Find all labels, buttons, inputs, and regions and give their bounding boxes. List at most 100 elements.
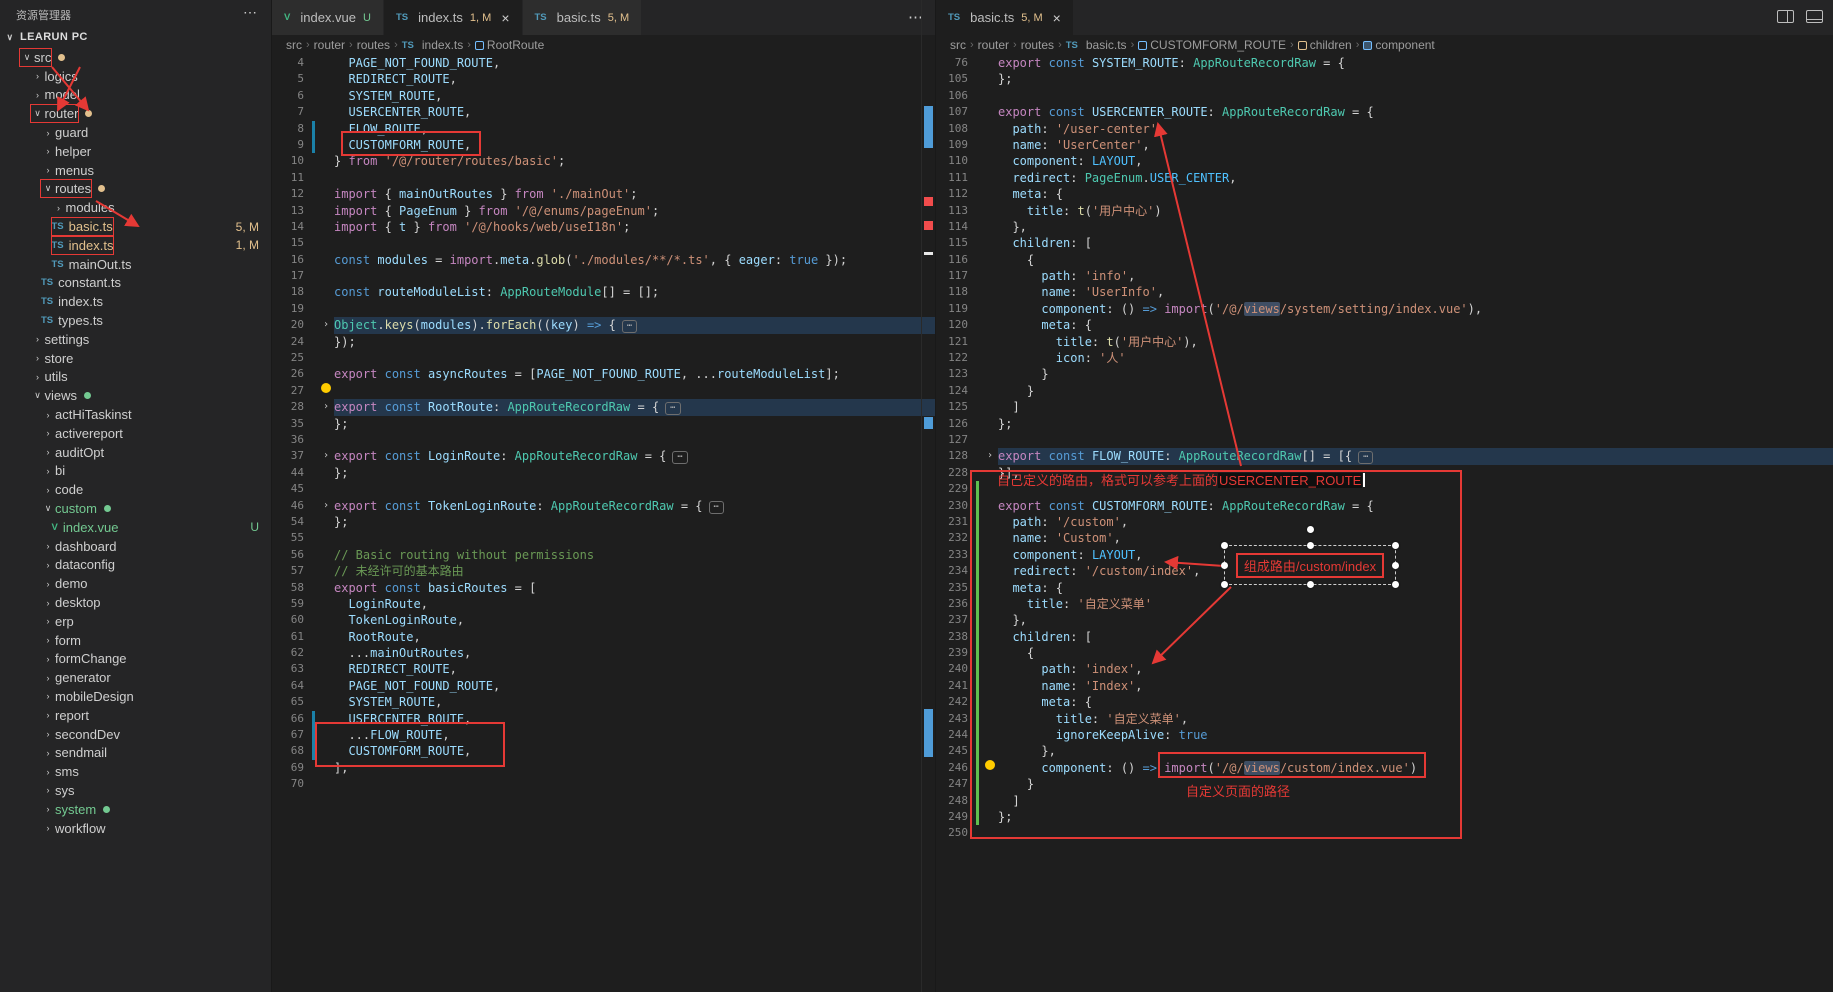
line-number[interactable]: 36: [272, 432, 312, 448]
line-number[interactable]: 24: [272, 334, 312, 350]
line-number[interactable]: 236: [936, 596, 976, 612]
line-number[interactable]: 54: [272, 514, 312, 530]
code-text[interactable]: name: 'Index',: [998, 678, 1833, 694]
code-text[interactable]: export const asyncRoutes = [PAGE_NOT_FOU…: [334, 366, 935, 382]
line-number[interactable]: 232: [936, 530, 976, 546]
line-number[interactable]: 13: [272, 203, 312, 219]
tab-basic.ts[interactable]: TSbasic.ts5, M×: [936, 0, 1073, 35]
tree-item-utils[interactable]: ›utils: [0, 368, 271, 387]
code-line-62[interactable]: 62 ...mainOutRoutes,: [272, 645, 935, 661]
line-number[interactable]: 229: [936, 481, 976, 497]
line-number[interactable]: 244: [936, 727, 976, 743]
tree-item-basic.ts[interactable]: TSbasic.ts5, M: [0, 217, 271, 236]
tree-item-code[interactable]: ›code: [0, 480, 271, 499]
code-line-109[interactable]: 109 name: 'UserCenter',: [936, 137, 1833, 153]
tree-item-index.ts[interactable]: TSindex.ts1, M: [0, 236, 271, 255]
code-text[interactable]: };: [334, 514, 935, 530]
code-line-124[interactable]: 124 }: [936, 383, 1833, 399]
tree-item-generator[interactable]: ›generator: [0, 668, 271, 687]
code-line-125[interactable]: 125 ]: [936, 399, 1833, 415]
tree-item-mainOut.ts[interactable]: TSmainOut.ts: [0, 255, 271, 274]
tree-item-dataconfig[interactable]: ›dataconfig: [0, 556, 271, 575]
code-text[interactable]: }: [998, 776, 1833, 792]
line-number[interactable]: 235: [936, 580, 976, 596]
code-line-248[interactable]: 248 ]: [936, 793, 1833, 809]
code-line-61[interactable]: 61 RootRoute,: [272, 629, 935, 645]
code-line-233[interactable]: 233 component: LAYOUT,: [936, 547, 1833, 563]
close-icon[interactable]: ×: [1053, 10, 1061, 26]
code-text[interactable]: meta: {: [998, 694, 1833, 710]
code-text[interactable]: [334, 481, 935, 497]
code-text[interactable]: export const CUSTOMFORM_ROUTE: AppRouteR…: [998, 498, 1833, 514]
code-text[interactable]: name: 'Custom',: [998, 530, 1833, 546]
code-text[interactable]: component: () => import('/@/views/system…: [998, 301, 1833, 317]
code-line-241[interactable]: 241 name: 'Index',: [936, 678, 1833, 694]
code-line-246[interactable]: 246 component: () => import('/@/views/cu…: [936, 760, 1833, 776]
line-number[interactable]: 125: [936, 399, 976, 415]
line-number[interactable]: 63: [272, 661, 312, 677]
code-text[interactable]: [334, 776, 935, 792]
code-line-67[interactable]: 67 ...FLOW_ROUTE,: [272, 727, 935, 743]
code-text[interactable]: ...FLOW_ROUTE,: [334, 727, 935, 743]
line-number[interactable]: 246: [936, 760, 976, 776]
line-number[interactable]: 111: [936, 170, 976, 186]
layout-icon[interactable]: [1806, 10, 1823, 23]
code-text[interactable]: ];: [334, 760, 935, 776]
code-text[interactable]: meta: {: [998, 317, 1833, 333]
tree-item-activereport[interactable]: ›activereport: [0, 424, 271, 443]
breadcrumb-routes[interactable]: routes: [357, 38, 390, 52]
close-icon[interactable]: ×: [501, 10, 509, 26]
code-line-250[interactable]: 250: [936, 825, 1833, 841]
line-number[interactable]: 20: [272, 317, 312, 333]
code-text[interactable]: [334, 170, 935, 186]
code-text[interactable]: PAGE_NOT_FOUND_ROUTE,: [334, 678, 935, 694]
code-text[interactable]: },: [998, 219, 1833, 235]
line-number[interactable]: 12: [272, 186, 312, 202]
code-text[interactable]: [998, 481, 1833, 497]
folded-region-ellipsis[interactable]: ⋯: [1358, 451, 1373, 464]
line-number[interactable]: 238: [936, 629, 976, 645]
code-text[interactable]: {: [998, 645, 1833, 661]
code-text[interactable]: meta: {: [998, 186, 1833, 202]
code-line-107[interactable]: 107export const USERCENTER_ROUTE: AppRou…: [936, 104, 1833, 120]
line-number[interactable]: 60: [272, 612, 312, 628]
code-line-240[interactable]: 240 path: 'index',: [936, 661, 1833, 677]
code-line-13[interactable]: 13import { PageEnum } from '/@/enums/pag…: [272, 203, 935, 219]
tree-item-views[interactable]: ∨views: [0, 386, 271, 405]
code-line-243[interactable]: 243 title: '自定义菜单',: [936, 711, 1833, 727]
tree-item-custom[interactable]: ∨custom: [0, 499, 271, 518]
line-number[interactable]: 112: [936, 186, 976, 202]
line-number[interactable]: 65: [272, 694, 312, 710]
tree-item-sendmail[interactable]: ›sendmail: [0, 743, 271, 762]
line-number[interactable]: 233: [936, 547, 976, 563]
tree-item-modules[interactable]: ›modules: [0, 198, 271, 217]
tab-basic.ts[interactable]: TSbasic.ts5, M: [523, 0, 642, 35]
code-text[interactable]: },: [998, 743, 1833, 759]
code-line-126[interactable]: 126};: [936, 416, 1833, 432]
line-number[interactable]: 107: [936, 104, 976, 120]
line-number[interactable]: 106: [936, 88, 976, 104]
breadcrumb-src[interactable]: src: [950, 38, 966, 52]
code-text[interactable]: CUSTOMFORM_ROUTE,: [334, 137, 935, 153]
code-text[interactable]: const routeModuleList: AppRouteModule[] …: [334, 284, 935, 300]
code-line-118[interactable]: 118 name: 'UserInfo',: [936, 284, 1833, 300]
code-line-35[interactable]: 35};: [272, 416, 935, 432]
tree-item-bi[interactable]: ›bi: [0, 462, 271, 481]
code-line-57[interactable]: 57// 未经许可的基本路由: [272, 563, 935, 579]
code-line-27[interactable]: 27: [272, 383, 935, 399]
line-number[interactable]: 19: [272, 301, 312, 317]
line-number[interactable]: 68: [272, 743, 312, 759]
line-number[interactable]: 35: [272, 416, 312, 432]
breadcrumb-component[interactable]: component: [1363, 38, 1434, 52]
tree-item-system[interactable]: ›system: [0, 800, 271, 819]
code-text[interactable]: export const LoginRoute: AppRouteRecordR…: [334, 448, 935, 464]
code-text[interactable]: name: 'UserCenter',: [998, 137, 1833, 153]
code-line-105[interactable]: 105};: [936, 71, 1833, 87]
code-line-110[interactable]: 110 component: LAYOUT,: [936, 153, 1833, 169]
overview-ruler[interactable]: [921, 0, 935, 992]
line-number[interactable]: 62: [272, 645, 312, 661]
code-editor[interactable]: 4 PAGE_NOT_FOUND_ROUTE,5 REDIRECT_ROUTE,…: [272, 55, 935, 793]
code-text[interactable]: ...mainOutRoutes,: [334, 645, 935, 661]
line-number[interactable]: 121: [936, 334, 976, 350]
line-number[interactable]: 237: [936, 612, 976, 628]
